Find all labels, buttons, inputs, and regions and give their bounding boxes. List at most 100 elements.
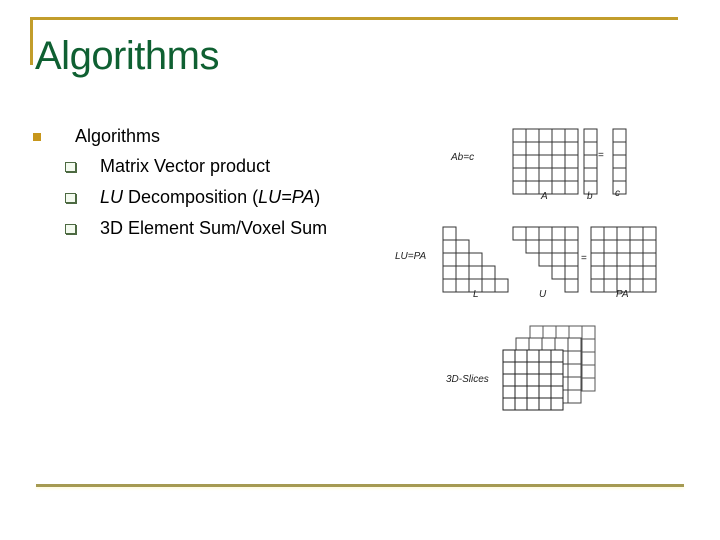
matrix-A-cell <box>512 167 527 182</box>
vector-b-cell <box>583 128 598 143</box>
matrix-PA-label: PA <box>616 289 629 300</box>
matrix-A-cell <box>551 180 566 195</box>
matrix-A-cell <box>564 180 579 195</box>
matrix-PA-cell <box>642 278 657 293</box>
slice-front-cell <box>550 373 564 387</box>
slice-front-cell <box>514 385 528 399</box>
matrix-PA-cell <box>603 239 618 254</box>
slice-front-cell <box>538 349 552 363</box>
matrix-PA-cell <box>603 226 618 241</box>
matrix-PA-cell <box>629 278 644 293</box>
matrix-A-cell <box>551 141 566 156</box>
slice-front-cell <box>526 385 540 399</box>
vector-b-cell <box>583 167 598 182</box>
slice-middle-cell <box>515 337 530 352</box>
matrix-PA-cell <box>642 265 657 280</box>
matrix-PA-cell <box>642 226 657 241</box>
slice-middle-cell <box>567 363 582 378</box>
matrix-A-cell <box>525 128 540 143</box>
matrix-A-cell <box>512 154 527 169</box>
slice-front-cell <box>526 397 540 411</box>
matrix-L-cell <box>481 265 496 280</box>
slice-middle-cell <box>541 337 556 352</box>
matrix-U-cell <box>564 252 579 267</box>
matrix-PA-cell <box>590 239 605 254</box>
slice-back-cell <box>555 325 570 340</box>
slice-middle-cell <box>554 337 569 352</box>
matrix-L-cell <box>481 278 496 293</box>
matrix-U-cell <box>538 226 553 241</box>
vector-c-label: c <box>615 188 620 199</box>
matrix-A-label: A <box>541 191 548 202</box>
matrix-PA-cell <box>590 265 605 280</box>
matrix-L-cell <box>442 252 457 267</box>
matrix-U-cell <box>564 278 579 293</box>
matrix-A-cell <box>564 154 579 169</box>
matrix-U-cell <box>538 252 553 267</box>
matrix-PA-cell <box>603 252 618 267</box>
slice-front-cell <box>538 373 552 387</box>
matrix-PA-cell <box>590 252 605 267</box>
matrix-U-cell <box>525 226 540 241</box>
matrix-L-cell <box>455 239 470 254</box>
matvec-label: Ab=c <box>451 152 475 163</box>
vector-c-cell <box>612 167 627 182</box>
matrix-A-cell <box>525 154 540 169</box>
matrix-A-cell <box>512 128 527 143</box>
lu-label: LU=PA <box>395 251 427 262</box>
slice-middle-cell <box>528 337 543 352</box>
slice-front-cell <box>538 397 552 411</box>
slice-back-cell <box>529 325 544 340</box>
matrix-PA-cell <box>616 265 631 280</box>
matrix-A-cell <box>525 141 540 156</box>
matrix-A-cell <box>551 167 566 182</box>
matrix-A-cell <box>525 180 540 195</box>
slices-label: 3D-Slices <box>446 374 489 385</box>
matrix-L-cell <box>455 252 470 267</box>
slice-back-cell <box>581 351 596 366</box>
slice-front-cell <box>502 397 516 411</box>
slice-front-cell <box>526 349 540 363</box>
matrix-PA-cell <box>616 239 631 254</box>
slice-back-cell <box>568 325 583 340</box>
matrix-PA-cell <box>629 252 644 267</box>
slice-front-cell <box>550 349 564 363</box>
slice-middle-cell <box>567 350 582 365</box>
matrix-PA-cell <box>629 265 644 280</box>
slice-front-cell <box>502 349 516 363</box>
matrix-L-cell <box>442 226 457 241</box>
slice-front-cell <box>550 361 564 375</box>
matrix-A-cell <box>538 141 553 156</box>
slice-front-cell <box>550 385 564 399</box>
matrix-U-cell <box>564 239 579 254</box>
slice-front-cell <box>502 373 516 387</box>
matrix-U-cell <box>551 265 566 280</box>
matrix-A-cell <box>564 141 579 156</box>
slice-middle-cell <box>567 337 582 352</box>
matrix-A-cell <box>538 154 553 169</box>
vector-c-cell <box>612 154 627 169</box>
matrix-A-cell <box>564 128 579 143</box>
slice-back-cell <box>581 325 596 340</box>
matrix-PA-cell <box>616 252 631 267</box>
matrix-A-cell <box>538 128 553 143</box>
slice-front-cell <box>514 361 528 375</box>
matrix-PA-cell <box>590 226 605 241</box>
algorithm-figure <box>442 128 657 411</box>
vector-b-cell <box>583 154 598 169</box>
matrix-PA-cell <box>629 226 644 241</box>
matvec-equals: = <box>598 150 604 161</box>
vector-c-cell <box>612 128 627 143</box>
slice-back-cell <box>581 338 596 353</box>
matrix-U-cell <box>564 226 579 241</box>
slice-middle-cell <box>567 389 582 404</box>
slice-front-cell <box>514 373 528 387</box>
matrix-PA-cell <box>603 265 618 280</box>
slice-back-cell <box>581 377 596 392</box>
vector-b-label: b <box>587 191 593 202</box>
slice-front-cell <box>526 373 540 387</box>
matrix-A-cell <box>564 167 579 182</box>
matrix-L-cell <box>468 252 483 267</box>
slice-front-cell <box>538 385 552 399</box>
matrix-A-cell <box>512 180 527 195</box>
